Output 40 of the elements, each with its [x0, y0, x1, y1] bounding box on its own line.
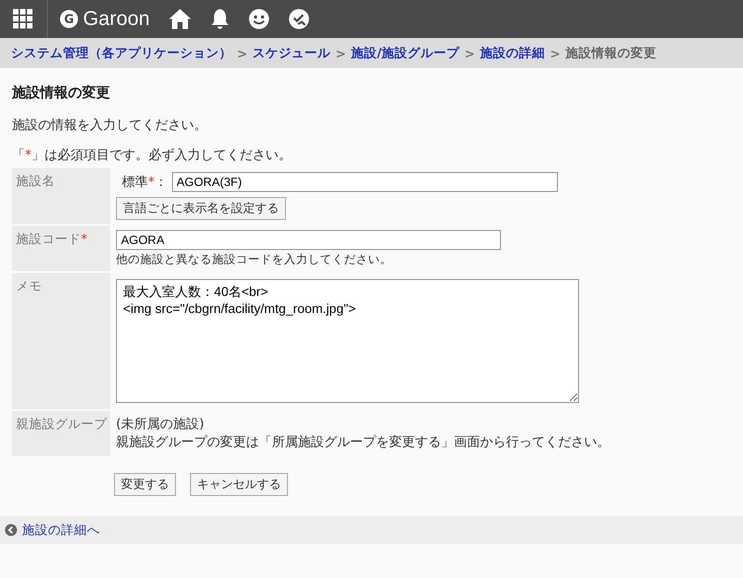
code-input[interactable]: AGORA [116, 230, 501, 250]
field-label: 親施設グループ [16, 416, 107, 431]
chat-check-icon[interactable] [288, 8, 310, 30]
breadcrumb-link[interactable]: 施設/施設グループ [350, 44, 460, 62]
breadcrumb-separator: > [550, 46, 561, 60]
submit-button[interactable]: 変更する [114, 473, 176, 496]
sub-label: 標準 [122, 174, 148, 191]
page-title: 施設情報の変更 [12, 84, 111, 102]
required-note: 」は必須項目です。必ず入力してください。 [32, 148, 292, 163]
back-icon[interactable] [5, 524, 17, 536]
hint-text: 他の施設と異なる施設コードを入力してください。 [116, 252, 392, 267]
required-mark: * [81, 231, 88, 246]
app-grid-icon[interactable] [13, 9, 33, 29]
language-names-button[interactable]: 言語ごとに表示名を設定する [116, 197, 286, 220]
parent-group-value: (未所属の施設) [116, 416, 204, 434]
smiley-icon[interactable] [248, 8, 270, 30]
parent-group-note: 親施設グループの変更は「所属施設グループを変更する」画面から行ってください。 [116, 434, 610, 452]
required-mark: * [25, 148, 32, 163]
bell-icon[interactable] [210, 8, 230, 30]
field-label: メモ [16, 278, 42, 293]
memo-textarea[interactable]: 最大入室人数：40名<br> <img src="/cbgrn/facility/mtg_room.jpg"> [116, 279, 579, 403]
field-label: 施設名 [16, 173, 55, 188]
breadcrumb-link[interactable]: スケジュール [252, 44, 330, 62]
home-icon[interactable] [168, 8, 192, 30]
cancel-button[interactable]: キャンセルする [190, 473, 288, 496]
bracket-text: 「 [12, 148, 25, 163]
logo-icon: G [60, 10, 78, 28]
breadcrumb-link[interactable]: システム管理（各アプリケーション） [11, 44, 232, 62]
breadcrumb-current: 施設情報の変更 [566, 44, 657, 62]
back-link[interactable]: 施設の詳細へ [22, 522, 100, 538]
name-input[interactable]: AGORA(3F) [172, 172, 558, 192]
logo-text: Garoon [83, 8, 150, 30]
colon-text: ： [154, 174, 168, 191]
intro-text: 施設の情報を入力してください。 [12, 117, 208, 134]
breadcrumb-separator: > [237, 46, 248, 60]
breadcrumb-separator: > [464, 46, 476, 60]
required-mark: * [148, 174, 154, 190]
field-label: 施設コード [16, 231, 81, 246]
breadcrumb-separator: > [335, 46, 346, 60]
breadcrumb-link[interactable]: 施設の詳細 [480, 44, 546, 62]
